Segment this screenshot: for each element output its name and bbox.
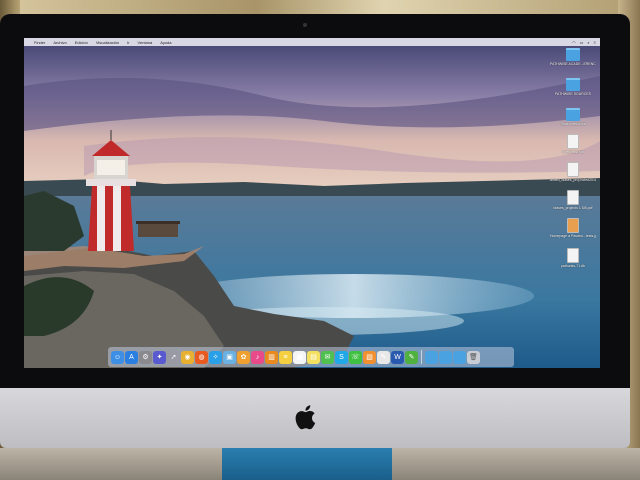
folder-icon — [566, 48, 580, 61]
desktop-item-label: PATHWISE SOURCES — [554, 92, 592, 96]
notes-icon[interactable]: ≡ — [279, 350, 292, 364]
settings-icon[interactable]: ⚙ — [139, 350, 152, 364]
menu-ayuda[interactable]: Ayuda — [160, 40, 171, 45]
photos-icon[interactable]: ✿ — [237, 350, 250, 364]
desktop-item-label: pathunks-71.db — [560, 264, 586, 268]
document-icon — [567, 134, 579, 149]
desktop-item-label: Sans notebooks — [560, 122, 586, 126]
desktop-item[interactable]: pathunks-71.db — [550, 248, 596, 268]
camera — [303, 23, 307, 27]
desktop-item-label: aimed_biases_proj noted2018.pdf — [550, 178, 596, 182]
folder-icon — [566, 108, 580, 121]
menu-ventana[interactable]: Ventana — [138, 40, 153, 45]
pages-icon[interactable]: ▧ — [363, 350, 376, 364]
applications-folder-icon[interactable] — [453, 350, 466, 364]
battery-icon[interactable]: ▭ — [580, 40, 584, 45]
notifications-icon[interactable]: ≡ — [594, 40, 596, 45]
ibooks-icon[interactable]: ▥ — [265, 350, 278, 364]
dock: ☺ A ⚙ ✦ ➚ ◉ ◍ ✧ ▣ ✿ ♪ ▥ ≡ ▦ ▤ ✉ S ☏ ▧ ✎ W ✎ 🗑 — [108, 347, 514, 367]
facetime-icon[interactable]: ☏ — [349, 350, 362, 364]
skype-icon[interactable]: S — [335, 350, 348, 364]
calendar-icon[interactable]: ▦ — [293, 350, 306, 364]
messages-icon[interactable]: ✉ — [321, 350, 334, 364]
stickies-icon[interactable]: ▤ — [307, 350, 320, 364]
desktop-item-label: invert/asst.pdf — [562, 150, 584, 154]
screen: Finder Archivo Edición Visualización Ir … — [24, 38, 600, 368]
document-icon — [567, 190, 579, 205]
document-icon — [567, 162, 579, 177]
menu-edicion[interactable]: Edición — [75, 40, 88, 45]
dock-separator — [421, 350, 422, 364]
wifi-icon[interactable]: ◠ — [572, 40, 576, 45]
imac-stand — [222, 448, 392, 480]
menu-archivo[interactable]: Archivo — [53, 40, 66, 45]
desktop-item[interactable]: PATHWISE SOURCES — [550, 78, 596, 96]
firefox-icon[interactable]: ◍ — [195, 350, 208, 364]
menubar: Finder Archivo Edición Visualización Ir … — [24, 38, 600, 46]
menu-finder[interactable]: Finder — [34, 40, 45, 45]
itunes-icon[interactable]: ♪ — [251, 350, 264, 364]
menu-ir[interactable]: Ir — [127, 40, 129, 45]
menu-visualizacion[interactable]: Visualización — [96, 40, 119, 45]
desktop-item[interactable]: PATHWISE ACADE...ERENCE — [550, 48, 596, 66]
desktop-item[interactable]: aimed_biases_proj noted2018.pdf — [550, 162, 596, 182]
document-icon — [567, 248, 579, 263]
chrome-icon[interactable]: ◉ — [181, 350, 194, 364]
finder-icon[interactable]: ☺ — [111, 350, 124, 364]
folder-icon — [566, 78, 580, 91]
desktop-item[interactable]: invert/asst.pdf — [550, 134, 596, 154]
desktop-item[interactable]: Sans notebooks — [550, 108, 596, 126]
apple-logo-icon — [295, 405, 316, 430]
preview-icon[interactable]: ▣ — [223, 350, 236, 364]
downloads-folder-icon[interactable] — [425, 350, 438, 364]
wallpaper-lighthouse-seascape — [24, 46, 600, 368]
textedit-icon[interactable]: ✎ — [377, 350, 390, 364]
launchpad-icon[interactable]: ✦ — [153, 350, 166, 364]
trash-icon[interactable]: 🗑 — [467, 350, 480, 364]
desktop-item[interactable]: biases_projects 1 5/8.pdf — [550, 190, 596, 210]
desktop-item-label: Homepage a Pasdeu...tests.jpg — [550, 234, 596, 238]
desktop-item[interactable]: Homepage a Pasdeu...tests.jpg — [550, 218, 596, 238]
menubar-status-area: ◠ ▭ ⌕ ≡ — [572, 38, 596, 46]
word-icon[interactable]: W — [391, 350, 404, 364]
desktop-item-label: PATHWISE ACADE...ERENCE — [550, 62, 596, 66]
documents-folder-icon[interactable] — [439, 350, 452, 364]
image-file-icon — [567, 218, 579, 233]
app-store-icon[interactable]: A — [125, 350, 138, 364]
rocket-icon[interactable]: ➚ — [167, 350, 180, 364]
spotlight-icon[interactable]: ⌕ — [587, 40, 589, 45]
safari-icon[interactable]: ✧ — [209, 350, 222, 364]
desktop-item-label: biases_projects 1 5/8.pdf — [553, 206, 593, 210]
evernote-icon[interactable]: ✎ — [405, 350, 418, 364]
